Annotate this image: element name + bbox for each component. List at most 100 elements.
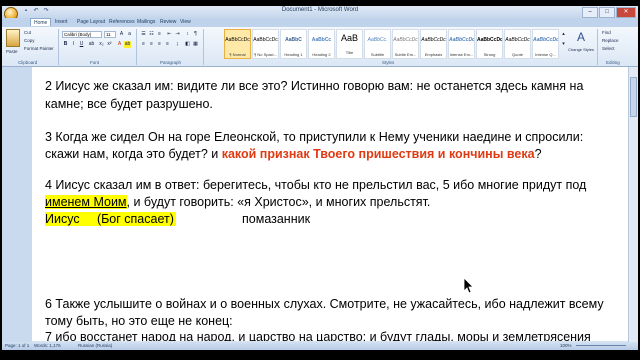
font-size-combo[interactable]: 11 [104,31,116,38]
style-sample: AaBbC [285,37,302,43]
group-separator [597,29,598,65]
multilevel-list-icon[interactable]: ≡ [156,31,163,38]
highlight-icon[interactable]: ab [124,41,131,48]
font-color-icon[interactable]: A [116,41,123,48]
grow-font-icon[interactable]: A [118,31,125,38]
style-name: Intense Em... [449,52,474,57]
minimize-button[interactable]: – [582,7,598,18]
style-name: Title [345,50,354,55]
style-sample: AaBbCcDc [421,37,446,43]
window-title: Document1 - Microsoft Word [281,7,359,13]
style-sample: AaBbCc [311,37,332,43]
shrink-font-icon[interactable]: a [126,31,133,38]
sort-icon[interactable]: ↕ [184,31,191,38]
increase-indent-icon[interactable]: ⇥ [174,31,181,38]
style-heading-1[interactable]: AaBbC Heading 1 [280,29,307,59]
clipboard-group-label: Clipboard [18,60,38,65]
paragraph-line: именем Моим, и будут говорить: «я Христо… [45,195,430,209]
title-bar: ▪ ↶ ↷ Document1 - Microsoft Word – □ ✕ [2,6,638,21]
style-name: Quote [512,52,523,57]
style-name: Heading 2 [312,52,331,57]
superscript-button[interactable]: x² [106,41,113,48]
replace-button[interactable]: Replace [602,38,619,43]
strikethrough-button[interactable]: ab [88,41,95,48]
copy-button[interactable]: Copy [24,38,35,43]
justify-icon[interactable]: ≡ [164,41,171,48]
style-strong[interactable]: AaBbCcDc Strong [476,29,503,59]
zoom-slider[interactable] [576,345,626,346]
cut-button[interactable]: Cut [24,30,31,35]
paste-label: Paste [6,49,18,54]
bold-button[interactable]: B [62,41,69,48]
show-marks-icon[interactable]: ¶ [192,31,199,38]
paragraph-line: Иисус (Бог спасает) [45,212,176,226]
style-name: Subtitle [370,52,385,57]
style-name: ¶ No Spaci... [254,52,277,57]
styles-scroll-down-icon[interactable]: ▾ [561,41,566,48]
style-sample: AaBbCcDc [253,37,278,43]
style-intense-quote[interactable]: AaBbCcDc Intense Q... [532,29,559,59]
paste-button[interactable] [6,29,20,47]
paragraph-line: помазанник [242,212,311,226]
style-normal[interactable]: AaBbCcDc ¶ Normal [224,29,251,59]
language-indicator[interactable]: Russian (Russia) [78,342,112,350]
tab-mailings[interactable]: Mailings [134,18,158,27]
styles-scroll-up-icon[interactable]: ▴ [561,31,566,38]
style-name: ¶ Normal [229,52,246,57]
tab-home[interactable]: Home [30,18,52,26]
maximize-button[interactable]: □ [599,7,615,18]
document-page[interactable]: 2 Иисус же сказал им: видите ли все это?… [32,73,628,341]
style-no-spacing[interactable]: AaBbCcDc ¶ No Spaci... [252,29,279,59]
scrollbar-thumb[interactable] [630,77,637,117]
style-sample: AaBbCcDc [393,37,418,43]
style-subtle-emphasis[interactable]: AaBbCcDc Subtle Em... [392,29,419,59]
bullets-icon[interactable]: ☰ [140,31,147,38]
vertical-scrollbar[interactable] [628,67,638,342]
style-heading-2[interactable]: AaBbCc Heading 2 [308,29,335,59]
ribbon-tabs: Home Insert Page Layout References Maili… [2,18,638,27]
paragraph-line: скажи нам, когда это будет? и какой приз… [45,147,542,161]
style-title[interactable]: AaB Title [336,29,363,59]
tab-references[interactable]: References [106,18,138,27]
tab-view[interactable]: View [177,18,194,27]
window-controls: – □ ✕ [581,7,636,18]
style-quote[interactable]: AaBbCcDc Quote [504,29,531,59]
font-name-combo[interactable]: Calibri (Body) [62,31,102,38]
page-count[interactable]: Page: 1 of 1 [5,342,29,350]
decrease-indent-icon[interactable]: ⇤ [166,31,173,38]
style-intense-emphasis[interactable]: AaBbCcDc Intense Em... [448,29,475,59]
text-run: скажи нам, когда это будет? и [45,147,222,161]
line-spacing-icon[interactable]: ↨ [174,41,181,48]
format-painter-button[interactable]: Format Painter [24,46,54,51]
style-subtitle[interactable]: AaBbCc. Subtitle [364,29,391,59]
style-sample: AaBbCcDc [505,37,530,43]
change-styles-label[interactable]: Change Styles [568,47,594,52]
align-right-icon[interactable]: ≡ [156,41,163,48]
style-emphasis[interactable]: AaBbCcDc Emphasis [420,29,447,59]
highlighted-text: Иисус (Бог спасает) [45,212,176,226]
style-name: Subtle Em... [394,52,417,57]
tab-insert[interactable]: Insert [52,18,71,27]
align-center-icon[interactable]: ≡ [148,41,155,48]
borders-icon[interactable]: ▦ [192,41,199,48]
word-window: ▪ ↶ ↷ Document1 - Microsoft Word – □ ✕ H… [2,6,638,350]
text-run: ? [534,147,542,161]
select-button[interactable]: Select [602,46,615,51]
subscript-button[interactable]: x₂ [98,41,105,48]
align-left-icon[interactable]: ≡ [140,41,147,48]
shading-icon[interactable]: ◧ [184,41,191,48]
style-name: Emphasis [424,52,443,57]
close-button[interactable]: ✕ [616,7,636,18]
tab-page-layout[interactable]: Page Layout [74,18,108,27]
group-separator [58,29,59,65]
zoom-level[interactable]: 100% [560,342,572,350]
find-button[interactable]: Find [602,30,611,35]
change-styles-icon[interactable]: A [574,30,588,44]
numbering-icon[interactable]: ☷ [148,31,155,38]
word-count[interactable]: Words: 1,176 [34,342,61,350]
left-margin-area [2,67,32,342]
italic-button[interactable]: I [70,41,77,48]
screen: ▪ ↶ ↷ Document1 - Microsoft Word – □ ✕ H… [0,0,640,360]
underline-button[interactable]: U [78,41,85,48]
editing-group-label: Editing [606,60,620,65]
